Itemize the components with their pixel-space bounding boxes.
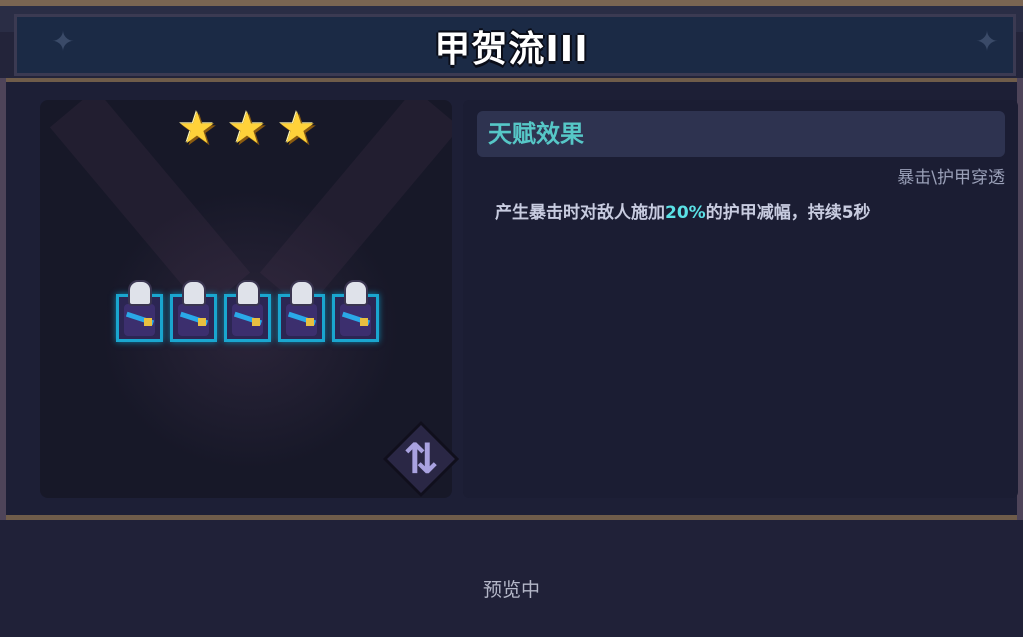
unit-hood [182,280,206,306]
swap-button[interactable]: ⇅ [382,420,460,498]
page-title: 甲贺流III [434,29,589,70]
star-icon: ★ [277,103,317,154]
unit-hood [344,280,368,306]
unit-hood [290,280,314,306]
unit-buckle [252,318,260,326]
star-rating: ★ ★ ★ [175,103,325,154]
talent-description: 产生暴击时对敌人施加20%的护甲减幅，持续5秒 [495,201,871,225]
ninja-unit-icon[interactable] [224,280,271,342]
unit-buckle [144,318,152,326]
unit-buckle [198,318,206,326]
left-edge [0,78,6,520]
ninja-unit-icon[interactable] [332,280,379,342]
game-window: ✦ ✦ 甲贺流III ★ ★ ★ ⇅ 天赋效果 暴击\护甲穿透 产生暴击时对敌人… [0,0,1023,637]
talent-desc-value: 20% [665,203,706,223]
unit-row [116,280,379,342]
star-icon: ★ [227,103,267,154]
talent-tag: 暴击\护甲穿透 [897,168,1005,188]
unit-buckle [360,318,368,326]
star-icon: ★ [177,103,217,154]
talent-desc-part: 的护甲减幅，持续5秒 [705,203,871,223]
unit-hood [236,280,260,306]
talent-desc-part: 产生暴击时对敌人施加 [495,203,665,223]
ninja-unit-icon[interactable] [278,280,325,342]
talent-panel [463,100,1018,498]
ninja-unit-icon[interactable] [116,280,163,342]
preview-status: 预览中 [482,579,540,601]
ninja-unit-icon[interactable] [170,280,217,342]
unit-hood [128,280,152,306]
talent-title: 天赋效果 [488,120,584,148]
unit-buckle [306,318,314,326]
swap-arrows-icon: ⇅ [403,434,439,483]
